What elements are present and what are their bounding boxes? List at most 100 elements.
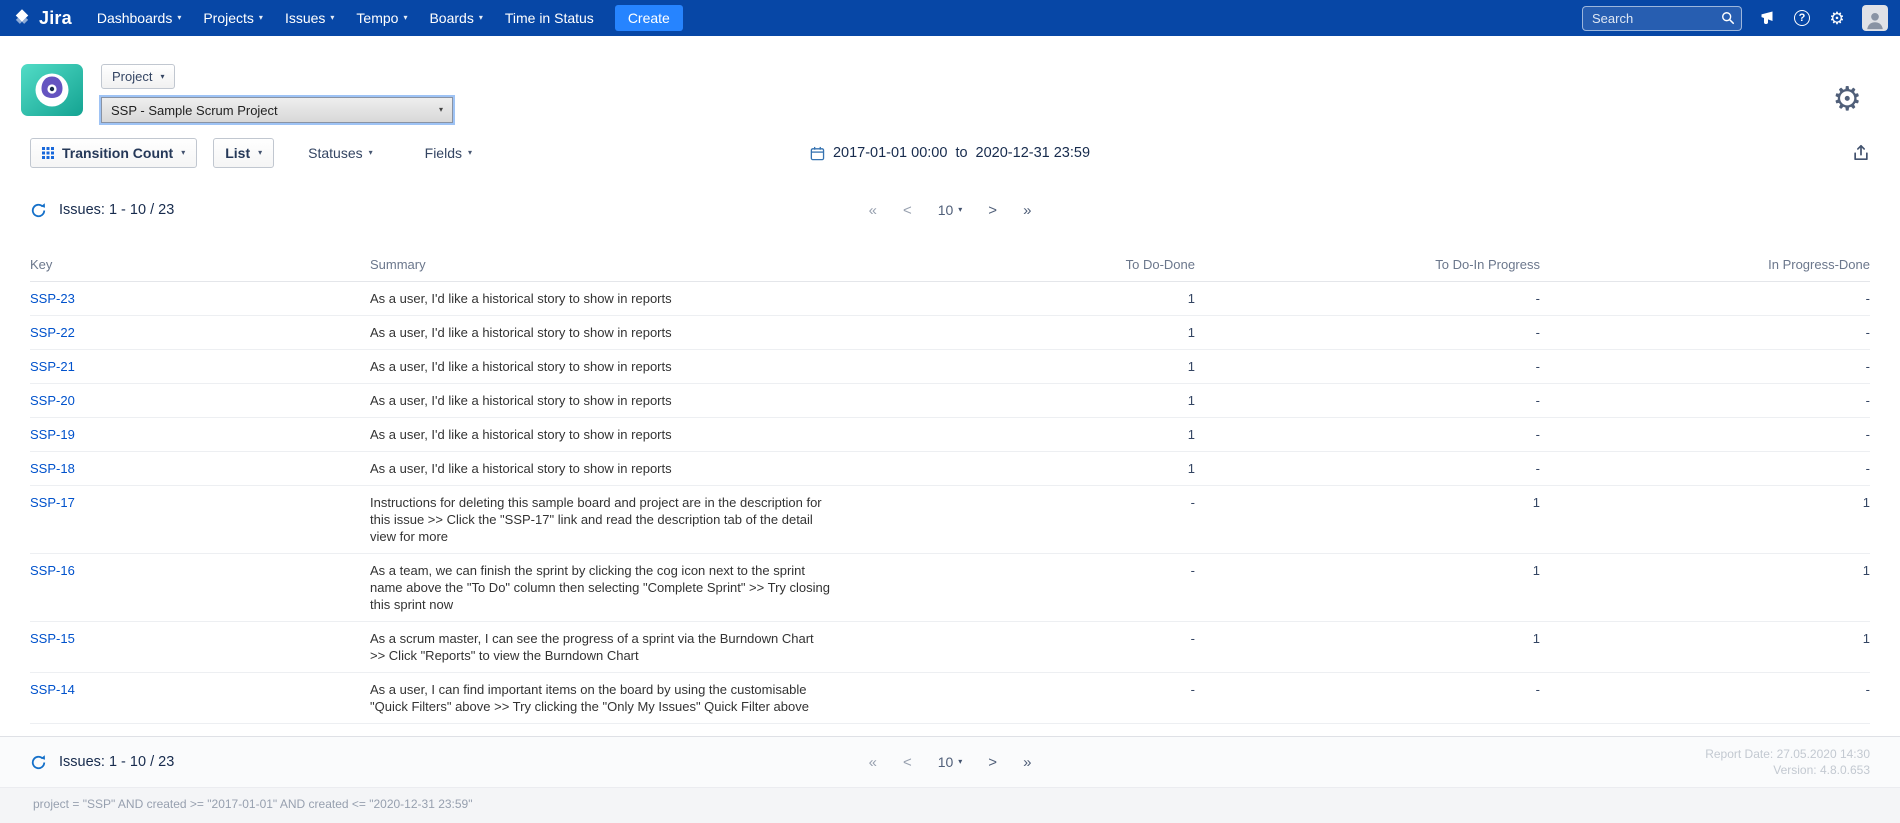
project-select[interactable]: SSP - Sample Scrum Project ▾	[101, 97, 453, 123]
last-page-button[interactable]: »	[1023, 754, 1031, 771]
todo-inprogress-value: 1	[1195, 622, 1540, 673]
issue-key-cell: SSP-22	[30, 316, 370, 350]
issue-summary: As a user, I'd like a historical story t…	[370, 350, 870, 384]
create-button[interactable]: Create	[615, 5, 683, 31]
issue-key-cell: SSP-21	[30, 350, 370, 384]
issue-summary: As a scrum master, I can see the progres…	[370, 622, 870, 673]
statuses-label: Statuses	[308, 145, 362, 161]
last-page-button[interactable]: »	[1023, 202, 1031, 219]
todo-done-value: -	[870, 673, 1195, 724]
announcements-icon[interactable]	[1757, 8, 1777, 28]
chevron-down-icon: ▾	[403, 14, 407, 22]
nav-item-tempo[interactable]: Tempo▾	[345, 0, 418, 36]
inprogress-done-value: 1	[1540, 554, 1870, 622]
nav-item-label: Projects	[203, 10, 254, 26]
nav-item-boards[interactable]: Boards▾	[418, 0, 493, 36]
issue-key-link[interactable]: SSP-19	[30, 427, 75, 442]
export-button[interactable]	[1852, 144, 1870, 162]
page-size-select[interactable]: 10 ▾	[938, 202, 963, 218]
settings-icon[interactable]: ⚙	[1827, 8, 1847, 28]
user-avatar-icon	[1864, 9, 1886, 31]
inprogress-done-value: -	[1540, 418, 1870, 452]
todo-inprogress-value: -	[1195, 418, 1540, 452]
issue-summary: As a user, I'd like a historical story t…	[370, 452, 870, 486]
prev-page-button[interactable]: <	[903, 202, 912, 219]
page-size-select[interactable]: 10 ▾	[938, 754, 963, 770]
table-row: SSP-23As a user, I'd like a historical s…	[30, 282, 1870, 316]
nav-item-dashboards[interactable]: Dashboards▾	[86, 0, 193, 36]
report-settings-gear-icon[interactable]: ⚙	[1832, 82, 1862, 115]
chevron-down-icon: ▾	[439, 106, 443, 114]
fields-label: Fields	[425, 145, 462, 161]
todo-inprogress-value: 1	[1195, 554, 1540, 622]
refresh-icon[interactable]	[30, 754, 47, 771]
help-icon[interactable]: ?	[1792, 8, 1812, 28]
issue-key-link[interactable]: SSP-20	[30, 393, 75, 408]
issue-key-link[interactable]: SSP-18	[30, 461, 75, 476]
column-header-key[interactable]: Key	[30, 247, 370, 282]
table-row: SSP-22 As a user, I'd like a historical s…	[30, 316, 1870, 350]
todo-done-value: 1	[870, 452, 1195, 486]
chevron-down-icon: ▾	[958, 206, 962, 214]
table-row: SSP-17Instructions for deleting this sam…	[30, 486, 1870, 554]
todo-done-value: -	[870, 554, 1195, 622]
nav-item-label: Boards	[429, 10, 473, 26]
issue-key-cell: SSP-18	[30, 452, 370, 486]
issue-key-cell: SSP-15	[30, 622, 370, 673]
next-page-button[interactable]: >	[988, 754, 997, 771]
project-select-value: SSP - Sample Scrum Project	[111, 103, 278, 118]
issue-key-cell: SSP-23	[30, 282, 370, 316]
brand-text: Jira	[39, 8, 72, 29]
nav-item-label: Time in Status	[505, 10, 594, 26]
nav-item-projects[interactable]: Projects▾	[192, 0, 274, 36]
issue-key-link[interactable]: SSP-21	[30, 359, 75, 374]
issue-key-link[interactable]: SSP-22	[30, 325, 75, 340]
first-page-button[interactable]: «	[869, 754, 877, 771]
inprogress-done-value: -	[1540, 673, 1870, 724]
issues-summary-row-top: Issues: 1 - 10 / 23 « < 10 ▾ > »	[0, 195, 1900, 225]
issues-count-label: Issues: 1 - 10 / 23	[59, 202, 174, 218]
todo-done-value: 1	[870, 316, 1195, 350]
chevron-down-icon: ▾	[330, 14, 334, 22]
date-range-picker[interactable]: 2017-01-01 00:00 to 2020-12-31 23:59	[810, 145, 1090, 161]
chevron-down-icon: ▾	[258, 149, 262, 157]
issue-summary: As a user, I'd like a historical story t…	[370, 316, 870, 350]
nav-item-label: Issues	[285, 10, 325, 26]
issues-table-body: SSP-23 As a user, I'd like a historical s…	[30, 282, 1870, 724]
issue-key-link[interactable]: SSP-16	[30, 563, 75, 578]
column-header-inprogress-done[interactable]: In Progress-Done	[1540, 247, 1870, 282]
jira-logo[interactable]: Jira	[12, 8, 72, 29]
view-mode-dropdown[interactable]: List ▾	[213, 138, 274, 168]
prev-page-button[interactable]: <	[903, 754, 912, 771]
issue-key-cell: SSP-14	[30, 673, 370, 724]
refresh-icon[interactable]	[30, 202, 47, 219]
project-type-label: Project	[112, 69, 152, 84]
report-type-dropdown[interactable]: Transition Count ▾	[30, 138, 197, 168]
user-avatar[interactable]	[1862, 5, 1888, 31]
issue-key-link[interactable]: SSP-14	[30, 682, 75, 697]
chevron-down-icon: ▾	[181, 149, 185, 157]
next-page-button[interactable]: >	[988, 202, 997, 219]
chevron-down-icon: ▾	[468, 149, 472, 157]
inprogress-done-value: -	[1540, 350, 1870, 384]
issue-key-link[interactable]: SSP-23	[30, 291, 75, 306]
issue-key-cell: SSP-16	[30, 554, 370, 622]
report-type-label: Transition Count	[62, 145, 173, 161]
todo-inprogress-value: 1	[1195, 486, 1540, 554]
column-header-todo-inprogress[interactable]: To Do-In Progress	[1195, 247, 1540, 282]
todo-inprogress-value: -	[1195, 673, 1540, 724]
page-size-value: 10	[938, 202, 954, 218]
fields-dropdown[interactable]: Fields ▾	[425, 145, 472, 161]
issue-key-link[interactable]: SSP-15	[30, 631, 75, 646]
statuses-dropdown[interactable]: Statuses ▾	[308, 145, 373, 161]
nav-item-time-in-status[interactable]: Time in Status	[494, 0, 605, 36]
column-header-summary[interactable]: Summary	[370, 247, 870, 282]
first-page-button[interactable]: «	[869, 202, 877, 219]
column-header-todo-done[interactable]: To Do-Done	[870, 247, 1195, 282]
chevron-down-icon: ▾	[369, 149, 373, 157]
table-header-row: Key Summary To Do-Done To Do-In Progress…	[30, 247, 1870, 282]
project-type-dropdown[interactable]: Project ▾	[101, 64, 175, 89]
search-input[interactable]	[1582, 6, 1742, 31]
issue-key-link[interactable]: SSP-17	[30, 495, 75, 510]
nav-item-issues[interactable]: Issues ▾	[274, 0, 345, 36]
